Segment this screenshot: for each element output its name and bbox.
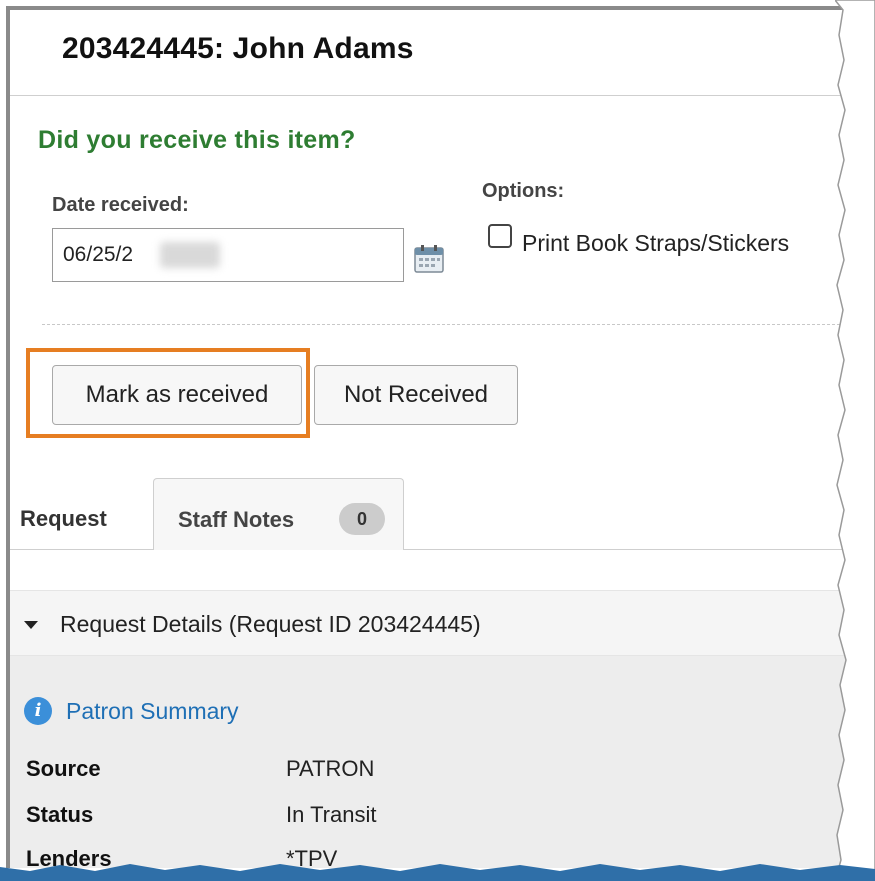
print-straps-checkbox[interactable]: [488, 224, 512, 248]
tab-staff-notes-label: Staff Notes: [178, 507, 295, 532]
mark-received-button[interactable]: Mark as received: [52, 365, 302, 425]
source-label: Source: [26, 756, 101, 781]
date-received-input[interactable]: [52, 228, 404, 282]
panel-header: 203424445: John Adams: [10, 10, 860, 96]
receive-question: Did you receive this item?: [38, 126, 356, 154]
patron-summary-link[interactable]: Patron Summary: [66, 698, 239, 725]
request-details-toggle[interactable]: Request Details (Request ID 203424445): [10, 590, 860, 656]
status-value: In Transit: [286, 802, 377, 827]
section-divider: [42, 324, 860, 325]
tab-baseline: [10, 549, 860, 550]
redacted-year: [160, 242, 220, 268]
date-received-label: Date received:: [52, 194, 189, 216]
screenshot-frame: 203424445: John Adams Did you receive th…: [0, 0, 875, 881]
tab-staff-notes[interactable]: Staff Notes 0: [153, 478, 404, 550]
options-label: Options:: [482, 180, 565, 202]
staff-notes-count-badge: 0: [339, 503, 385, 535]
torn-edge-right: [835, 0, 875, 881]
info-icon: i: [24, 697, 52, 725]
patron-summary-section: i Patron Summary Source PATRON Status In…: [10, 656, 860, 868]
print-straps-label[interactable]: Print Book Straps/Stickers: [522, 230, 789, 257]
not-received-button[interactable]: Not Received: [314, 365, 518, 425]
page-title: 203424445: John Adams: [62, 32, 414, 65]
request-details-heading: Request Details (Request ID 203424445): [60, 611, 481, 637]
calendar-icon[interactable]: [414, 245, 444, 273]
status-label: Status: [26, 802, 94, 827]
torn-edge-bottom: [0, 864, 875, 881]
caret-down-icon: [24, 621, 38, 629]
request-panel: 203424445: John Adams Did you receive th…: [10, 10, 860, 868]
tab-request[interactable]: Request: [20, 506, 107, 532]
source-value: PATRON: [286, 756, 375, 781]
